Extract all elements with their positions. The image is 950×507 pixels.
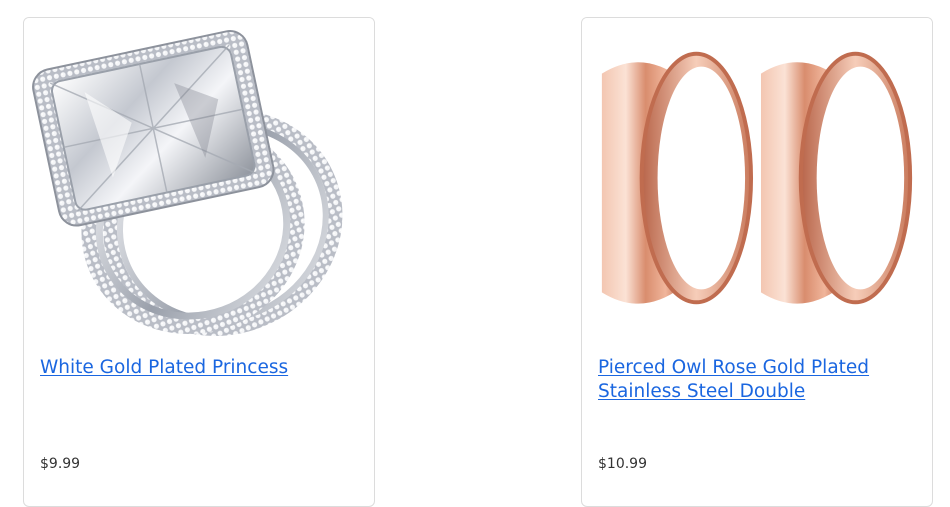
product-title-link[interactable]: Pierced Owl Rose Gold Plated Stainless S… bbox=[598, 356, 916, 404]
product-title-link[interactable]: White Gold Plated Princess bbox=[40, 356, 358, 380]
diamond-ring-set-image bbox=[32, 30, 343, 336]
product-image[interactable] bbox=[582, 18, 932, 340]
product-price: $10.99 bbox=[598, 456, 647, 472]
rose-gold-tunnel-plugs-image bbox=[601, 51, 913, 305]
product-card[interactable]: Pierced Owl Rose Gold Plated Stainless S… bbox=[581, 17, 933, 507]
product-image[interactable] bbox=[24, 18, 374, 340]
product-price: $9.99 bbox=[40, 456, 81, 472]
product-card[interactable]: White Gold Plated Princess $9.99 bbox=[23, 17, 375, 507]
